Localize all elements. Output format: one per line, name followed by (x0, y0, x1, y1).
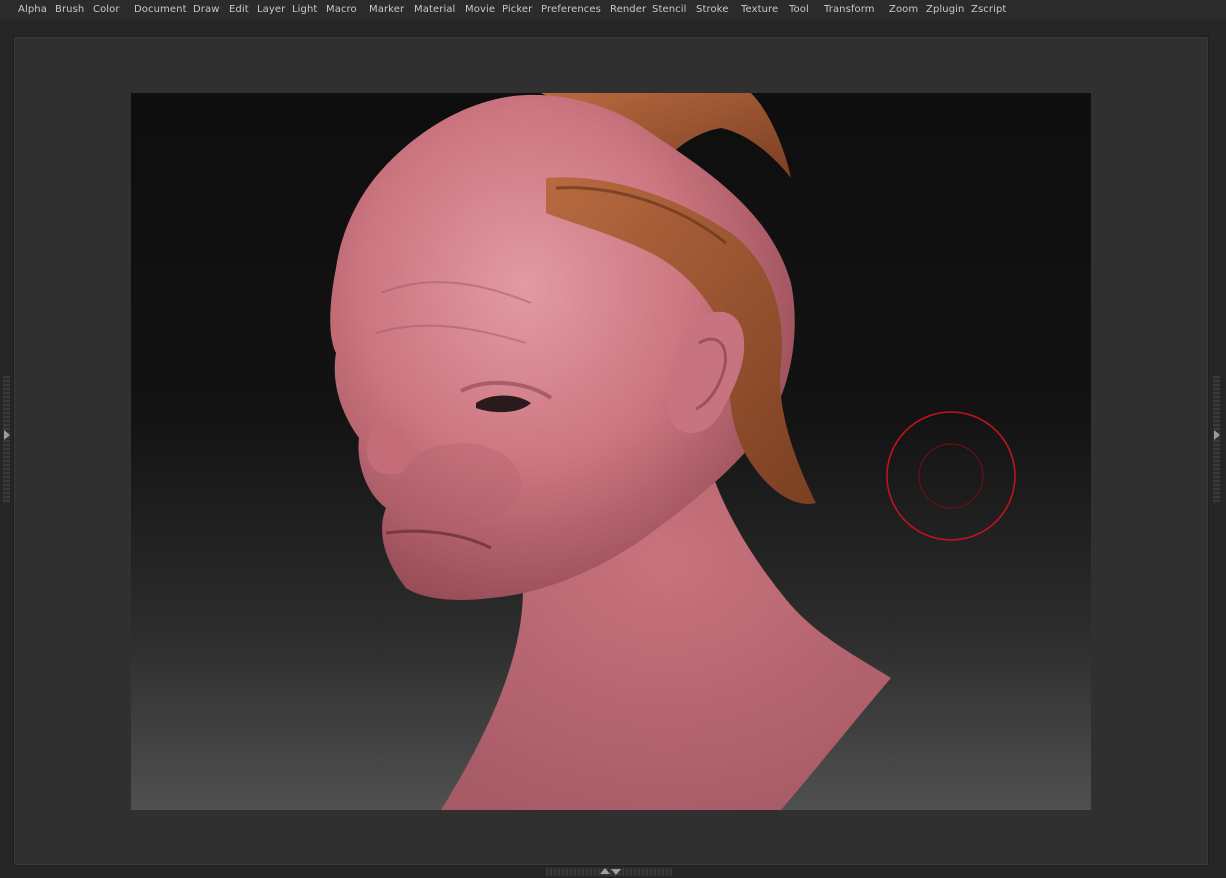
menu-movie[interactable]: Movie (465, 3, 495, 16)
menu-render[interactable]: Render (610, 3, 646, 16)
creature-cheek (401, 443, 521, 523)
menu-zoom[interactable]: Zoom (889, 3, 918, 16)
sculpt-viewport[interactable] (131, 93, 1091, 810)
menu-tool[interactable]: Tool (789, 3, 809, 16)
triangle-down-icon[interactable] (611, 869, 621, 875)
menu-transform[interactable]: Transform (824, 3, 875, 16)
chevron-right-icon[interactable] (4, 430, 10, 440)
menu-stencil[interactable]: Stencil (652, 3, 687, 16)
triangle-up-icon[interactable] (600, 868, 610, 874)
menu-macro[interactable]: Macro (326, 3, 357, 16)
menu-material[interactable]: Material (414, 3, 455, 16)
menu-marker[interactable]: Marker (369, 3, 404, 16)
menu-light[interactable]: Light (292, 3, 317, 16)
main-menubar: Alpha Brush Color Document Draw Edit Lay… (0, 0, 1226, 20)
menu-document[interactable]: Document (134, 3, 187, 16)
menu-preferences[interactable]: Preferences (541, 3, 601, 16)
menu-zplugin[interactable]: Zplugin (926, 3, 964, 16)
menu-alpha[interactable]: Alpha (18, 3, 47, 16)
menu-picker[interactable]: Picker (502, 3, 532, 16)
chevron-right-icon[interactable] (1214, 430, 1220, 440)
zbrush-window: Alpha Brush Color Document Draw Edit Lay… (0, 0, 1226, 878)
menu-layer[interactable]: Layer (257, 3, 285, 16)
menu-zscript[interactable]: Zscript (971, 3, 1006, 16)
brush-cursor-icon (886, 411, 1016, 541)
menu-brush[interactable]: Brush (55, 3, 84, 16)
menu-draw[interactable]: Draw (193, 3, 220, 16)
menu-texture[interactable]: Texture (741, 3, 778, 16)
menu-edit[interactable]: Edit (229, 3, 249, 16)
menu-color[interactable]: Color (93, 3, 120, 16)
menu-stroke[interactable]: Stroke (696, 3, 728, 16)
document-canvas[interactable] (131, 93, 1091, 810)
